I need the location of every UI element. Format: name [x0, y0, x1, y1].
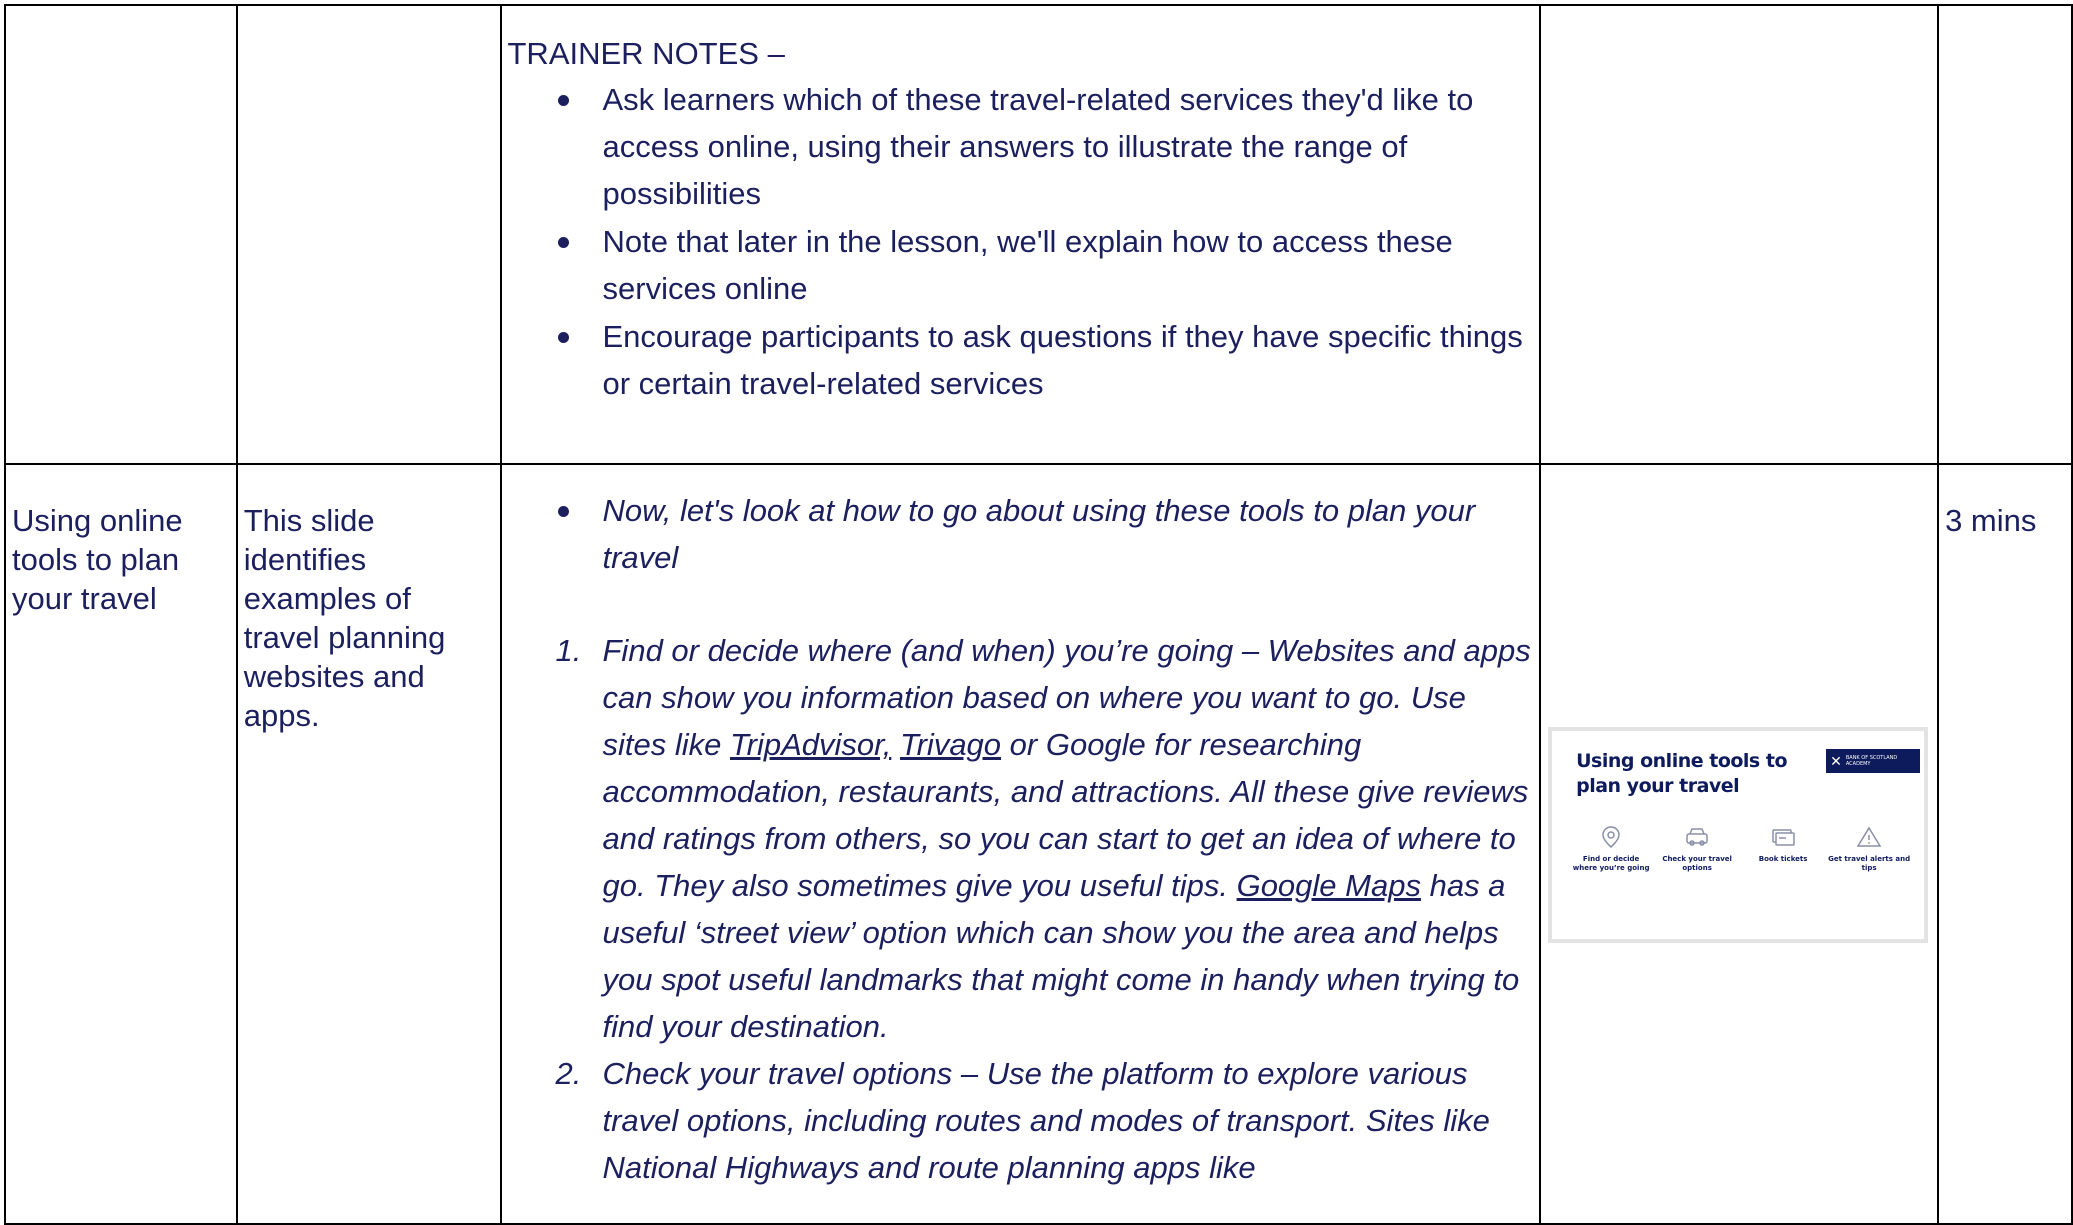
- duration-cell: 3 mins: [1937, 463, 2073, 1225]
- table-row: Using online tools to plan your travel T…: [4, 463, 2073, 1225]
- slide-title: Using online tools to plan your travel: [1576, 750, 1787, 797]
- logo-text: BANK OF SCOTLAND ACADEMY: [1845, 755, 1898, 767]
- trainer-notes-heading: TRAINER NOTES –: [507, 36, 785, 71]
- description-text: This slide identifies examples of travel…: [243, 503, 446, 733]
- trainer-notes-list: Ask learners which of these travel-relat…: [508, 76, 1534, 407]
- slide-step: Book tickets: [1742, 825, 1824, 873]
- intro-list: Now, let's look at how to go about using…: [508, 487, 1534, 581]
- bullet-icon: [557, 332, 569, 343]
- bullet-icon: [557, 506, 569, 517]
- warning-icon: [1856, 826, 1882, 847]
- google-maps-link[interactable]: Google Maps: [1237, 868, 1421, 903]
- step-number: 1.: [555, 633, 582, 668]
- bank-logo: ✕ BANK OF SCOTLAND ACADEMY: [1826, 749, 1921, 773]
- slide-step: Get travel alerts and tips: [1828, 825, 1910, 873]
- list-item: Now, let's look at how to go about using…: [508, 487, 1534, 581]
- list-item: Encourage participants to ask questions …: [508, 313, 1534, 407]
- slide-cell-empty: [1539, 4, 1940, 465]
- list-item: 2. Check your travel options – Use the pl…: [508, 1050, 1534, 1191]
- topic-cell: Using online tools to plan your travel: [4, 463, 238, 1225]
- topic-cell-empty: [4, 4, 238, 465]
- trainer-notes-cell: TRAINER NOTES – Ask learners which of th…: [499, 4, 1542, 465]
- saltire-icon: ✕: [1830, 753, 1842, 769]
- description-cell-empty: [235, 4, 502, 465]
- script-cell: Now, let's look at how to go about using…: [499, 463, 1542, 1225]
- duration-cell-empty: [1937, 4, 2073, 465]
- slide-thumbnail: Using online tools to plan your travel ✕…: [1548, 727, 1929, 943]
- location-pin-icon: [1602, 826, 1620, 848]
- list-item: Note that later in the lesson, we'll exp…: [508, 218, 1534, 312]
- slide-step: Check your travel options: [1656, 825, 1738, 873]
- list-item: 1. Find or decide where (and when) you’re…: [508, 627, 1534, 1050]
- tripadvisor-link[interactable]: TripAdvisor,: [730, 727, 891, 762]
- trivago-link[interactable]: Trivago: [900, 727, 1001, 762]
- description-cell: This slide identifies examples of travel…: [235, 463, 502, 1225]
- list-item: Ask learners which of these travel-relat…: [508, 76, 1534, 217]
- slide-step: Find or decide where you’re going: [1570, 825, 1652, 873]
- bullet-icon: [557, 237, 569, 248]
- table-row: TRAINER NOTES – Ask learners which of th…: [4, 4, 2073, 465]
- bullet-icon: [557, 95, 569, 106]
- lesson-plan-table: TRAINER NOTES – Ask learners which of th…: [4, 4, 2073, 1225]
- steps-list: 1. Find or decide where (and when) you’re…: [508, 627, 1534, 1191]
- duration-text: 3 mins: [1945, 503, 2037, 538]
- topic-text: Using online tools to plan your travel: [12, 503, 183, 616]
- ticket-icon: [1772, 829, 1795, 846]
- slide-steps: Find or decide where you’re going Check …: [1570, 825, 1910, 873]
- step-number: 2.: [555, 1056, 582, 1091]
- car-icon: [1686, 828, 1708, 846]
- slide-cell: Using online tools to plan your travel ✕…: [1539, 463, 1940, 1225]
